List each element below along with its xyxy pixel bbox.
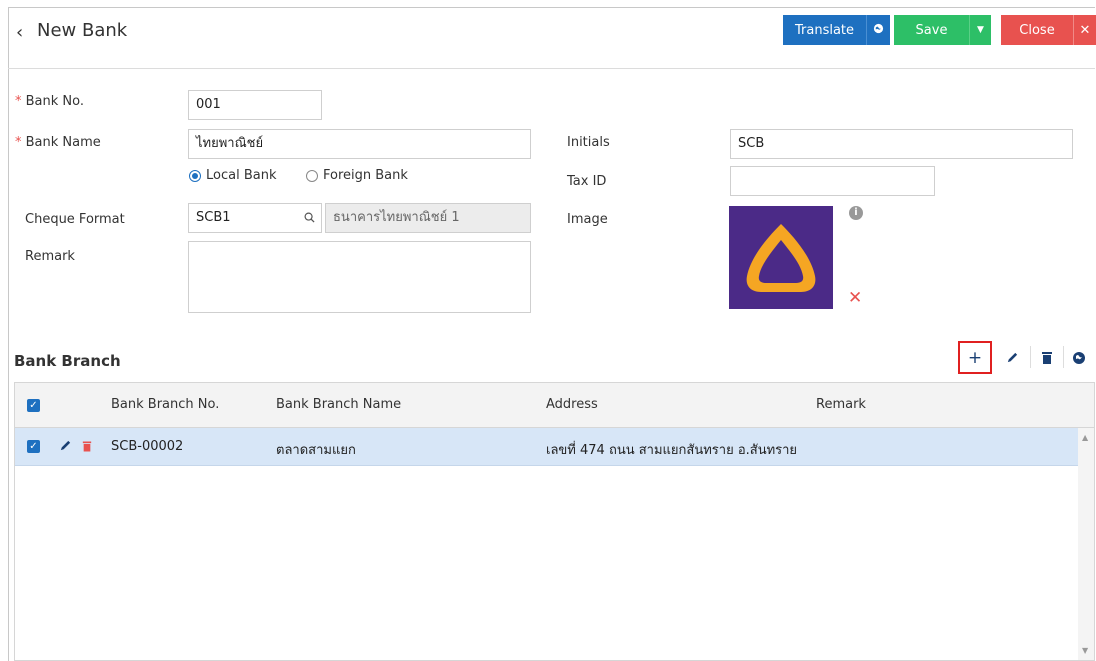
remark-textarea[interactable] xyxy=(188,241,531,313)
scroll-up-icon[interactable]: ▲ xyxy=(1082,433,1088,442)
local-bank-label: Local Bank xyxy=(206,168,277,183)
tax-id-input[interactable] xyxy=(730,166,935,196)
bank-no-label-text: Bank No. xyxy=(25,94,85,109)
translate-icon[interactable] xyxy=(1062,341,1096,374)
cheque-format-value: SCB1 xyxy=(196,210,231,225)
row-checkbox[interactable]: ✓ xyxy=(27,440,40,453)
bank-branch-title: Bank Branch xyxy=(14,352,121,370)
tax-id-label: Tax ID xyxy=(567,174,607,189)
initials-input[interactable]: SCB xyxy=(730,129,1073,159)
foreign-bank-label: Foreign Bank xyxy=(323,168,408,183)
caret-down-icon[interactable]: ▼ xyxy=(970,25,991,35)
cheque-format-input[interactable]: SCB1 xyxy=(188,203,322,233)
branch-name-cell: ตลาดสามแยก xyxy=(276,443,356,458)
cheque-format-label: Cheque Format xyxy=(25,212,125,227)
column-header[interactable]: Address xyxy=(546,397,598,412)
foreign-bank-radio[interactable]: Foreign Bank xyxy=(306,168,408,183)
search-icon[interactable] xyxy=(304,204,315,232)
bank-no-label: * Bank No. xyxy=(15,94,84,109)
table-header: ✓ Bank Branch No. Bank Branch Name Addre… xyxy=(15,383,1094,428)
bank-logo-image xyxy=(729,206,833,309)
translate-button[interactable]: Translate xyxy=(783,15,890,45)
bank-name-label-text: Bank Name xyxy=(25,135,101,150)
save-button[interactable]: Save ▼ xyxy=(894,15,991,45)
translate-button-label: Translate xyxy=(794,22,855,38)
remark-label: Remark xyxy=(25,249,75,264)
close-icon[interactable]: ✕ xyxy=(1074,23,1096,38)
required-mark: * xyxy=(15,94,22,109)
close-button-label: Close xyxy=(1019,22,1055,38)
cheque-format-name: ธนาคารไทยพาณิชย์ 1 xyxy=(325,203,531,233)
bank-branch-table: ✓ Bank Branch No. Bank Branch Name Addre… xyxy=(14,382,1095,661)
address-cell: เลขที่ 474 ถนน สามแยกสันทราย อ.สันทราย xyxy=(546,443,798,458)
radio-selected-icon xyxy=(189,169,201,182)
delete-icon[interactable] xyxy=(1030,341,1064,374)
image-label: Image xyxy=(567,212,608,227)
branch-no-cell: SCB-00002 xyxy=(111,439,184,454)
column-header[interactable]: Bank Branch Name xyxy=(276,397,401,412)
initials-label: Initials xyxy=(567,135,610,150)
bank-name-input[interactable]: ไทยพาณิชย์ xyxy=(188,129,531,159)
edit-icon[interactable] xyxy=(59,439,72,456)
edit-icon[interactable] xyxy=(995,341,1029,374)
delete-icon[interactable] xyxy=(82,440,92,457)
close-button[interactable]: Close ✕ xyxy=(1001,15,1096,45)
radio-unselected-icon xyxy=(306,169,318,182)
remove-image-icon[interactable]: ✕ xyxy=(848,288,862,308)
globe-icon[interactable] xyxy=(867,23,890,37)
table-row[interactable]: ✓ SCB-00002 ตลาดสามแยก เลขที่ 474 ถนน สา… xyxy=(15,428,1078,466)
page-title: New Bank xyxy=(37,20,128,41)
local-bank-radio[interactable]: Local Bank xyxy=(189,168,276,183)
required-mark: * xyxy=(15,135,22,150)
back-icon[interactable]: ‹ xyxy=(16,22,23,43)
info-icon[interactable]: i xyxy=(849,206,863,220)
save-button-label: Save xyxy=(915,22,948,38)
select-all-checkbox[interactable]: ✓ xyxy=(27,399,40,412)
bank-name-label: * Bank Name xyxy=(15,135,101,150)
vertical-scrollbar[interactable]: ▲ ▼ xyxy=(1078,428,1094,660)
column-header[interactable]: Bank Branch No. xyxy=(111,397,219,412)
bank-no-input[interactable]: 001 xyxy=(188,90,322,120)
scroll-down-icon[interactable]: ▼ xyxy=(1082,646,1088,655)
column-header[interactable]: Remark xyxy=(816,397,866,412)
add-icon[interactable]: + xyxy=(958,341,992,374)
